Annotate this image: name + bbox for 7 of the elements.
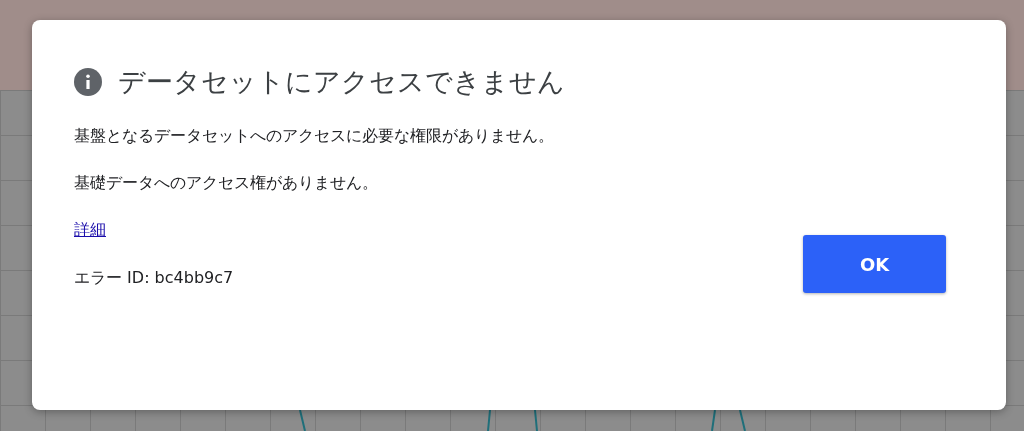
error-message: 基盤となるデータセットへのアクセスに必要な権限がありません。 (74, 126, 555, 147)
error-id: エラー ID: bc4bb9c7 (74, 267, 234, 289)
info-icon (74, 68, 102, 96)
ok-button[interactable]: OK (803, 235, 946, 293)
dialog-title: データセットにアクセスできません (118, 65, 565, 99)
error-message: 基礎データへのアクセス権がありません。 (74, 173, 379, 194)
details-link[interactable]: 詳細 (74, 220, 106, 241)
